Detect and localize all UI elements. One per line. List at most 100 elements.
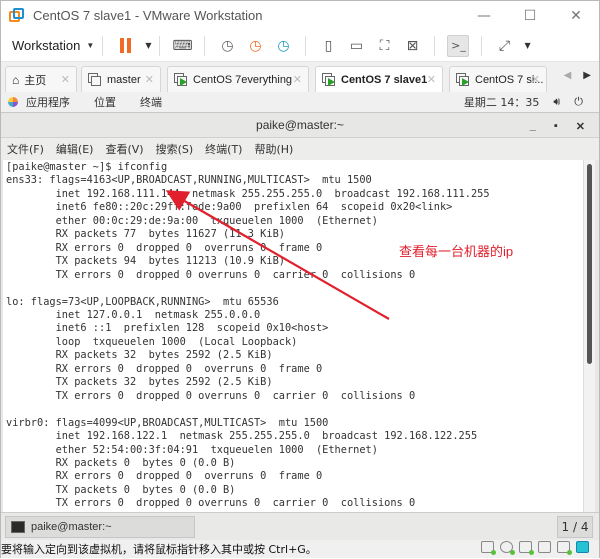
chevron-down-icon[interactable]: ▼ [524,41,530,50]
taskbar-terminal-item[interactable]: paike@master:~ [5,516,195,538]
snapshot-icon[interactable]: ◷ [217,36,237,56]
applications-menu[interactable]: 应用程序 [26,94,70,110]
vm-console[interactable]: 应用程序 位置 终端 星期二 14：35 🔊︎ ⏻ paike@master:~… [1,92,599,540]
send-keys-icon[interactable]: ⌨ [172,36,192,56]
terminal-line: RX packets 77 bytes 11627 (11.3 KiB) [6,228,285,241]
workstation-label: Workstation [12,38,81,53]
pause-icon [119,38,131,53]
revert-snapshot-icon[interactable]: ◷ [245,36,265,56]
divider [481,35,483,56]
terminal-title: paike@master:~ [256,118,344,132]
tab-master[interactable]: master ✕ [81,66,161,92]
maximize-button[interactable]: ☐ [507,1,553,30]
terminal-line: [paike@master ~]$ ifconfig [6,161,168,173]
menu-file[interactable]: 文件(F) [7,141,44,157]
clock[interactable]: 星期二 14：35 [464,94,540,110]
annotation-text: 查看每一台机器的ip [399,244,514,259]
menu-view[interactable]: 查看(V) [105,141,143,157]
gnome-apps-icon [8,97,18,107]
divider [204,35,206,56]
toolbar: Workstation ▼ ▼ ⌨ ◷ ◷ ◷ ▯ ▭ ⛶ ⊠ >_ ⤢ ▼ [1,30,599,62]
close-tab-icon[interactable]: ✕ [145,73,154,86]
gnome-bottom-panel: paike@master:~ 1 / 4 [1,512,599,540]
snapshot-manager-icon[interactable]: ◷ [273,36,293,56]
terminal-menu[interactable]: 终端 [140,94,162,110]
thumbnail-view-icon[interactable]: ▭ [346,36,366,56]
tab-scroll-right-icon[interactable]: ▶ [583,70,591,81]
vm-display-icon[interactable] [576,541,589,553]
volume-icon[interactable]: 🔊︎ [553,95,560,109]
terminal-line: ens33: flags=4163<UP,BROADCAST,RUNNING,M… [6,174,372,187]
taskbar-item-label: paike@master:~ [31,521,112,533]
tab-label: master [107,73,141,86]
terminal-output[interactable]: [paike@master ~]$ ifconfig ens33: flags=4… [3,160,583,512]
terminal-maximize-button[interactable]: ▪ [554,120,558,132]
power-icon[interactable]: ⏻ [574,95,583,109]
tab-centos-slave-2[interactable]: CentOS 7 sl... ✕ [449,66,547,92]
vm-running-icon [456,73,470,86]
places-menu[interactable]: 位置 [94,94,116,110]
scrollbar-thumb[interactable] [587,164,592,364]
close-tab-icon[interactable]: ✕ [531,73,540,86]
tab-label: CentOS 7 slave1 [341,73,428,86]
terminal-line: inet 192.168.111.144 netmask 255.255.255… [6,187,490,200]
home-icon: ⌂ [12,72,20,87]
hard-disk-icon[interactable] [481,541,496,555]
menu-help[interactable]: 帮助(H) [254,141,293,157]
terminal-line: RX errors 0 dropped 0 overruns 0 frame 0 [6,362,323,375]
menu-edit[interactable]: 编辑(E) [56,141,94,157]
close-tab-icon[interactable]: ✕ [427,73,436,86]
close-tab-icon[interactable]: ✕ [61,73,70,86]
tab-label: CentOS 7everything [193,73,293,86]
sidebar-view-icon[interactable]: ▯ [318,36,338,56]
terminal-line: RX errors 0 dropped 0 overruns 0 frame 0 [6,470,323,483]
terminal-minimize-button[interactable]: _ [530,120,536,132]
stretch-icon[interactable]: ⤢ [494,36,514,56]
tab-centos-everything[interactable]: CentOS 7everything ✕ [167,66,309,92]
power-dropdown-icon[interactable]: ▼ [145,41,151,50]
terminal-line: inet6 ::1 prefixlen 128 scopeid 0x10<hos… [6,322,329,335]
chevron-down-icon: ▼ [86,41,95,50]
terminal-line: TX errors 0 dropped 0 overruns 0 carrier… [6,268,416,281]
terminal-title-bar: paike@master:~ _ ▪ ✕ [1,112,599,138]
terminal-icon [11,521,25,533]
terminal-menu-bar: 文件(F) 编辑(E) 查看(V) 搜索(S) 终端(T) 帮助(H) [1,138,599,160]
terminal-line: lo: flags=73<UP,LOOPBACK,RUNNING> mtu 65… [6,295,279,308]
terminal-line: TX packets 32 bytes 2592 (2.5 KiB) [6,376,273,389]
tab-scroll-left-icon[interactable]: ◀ [564,70,572,81]
menu-search[interactable]: 搜索(S) [156,141,194,157]
cd-dvd-icon[interactable] [500,541,515,555]
workspace-pager[interactable]: 1 / 4 [557,516,593,538]
terminal-scrollbar[interactable] [583,160,595,512]
terminal-line: inet6 fe80::20c:29ff:fede:9a00 prefixlen… [6,201,453,214]
tab-bar: ⌂ 主页 ✕ master ✕ CentOS 7everything ✕ Cen… [1,62,599,92]
workstation-menu[interactable]: Workstation ▼ [12,38,94,53]
sound-card-icon[interactable] [557,541,572,555]
divider [159,35,161,56]
printer-icon[interactable] [538,541,551,553]
pause-button[interactable] [115,36,135,56]
gnome-top-panel: 应用程序 位置 终端 星期二 14：35 🔊︎ ⏻ [1,92,599,112]
tab-centos-slave1[interactable]: CentOS 7 slave1 ✕ [315,66,443,92]
terminal-close-button[interactable]: ✕ [576,120,585,133]
title-bar: CentOS 7 slave1 - VMware Workstation — ☐… [1,1,599,30]
vm-running-icon [174,73,188,86]
vm-running-icon [322,73,336,86]
vm-icon [88,73,102,86]
network-adapter-icon[interactable] [519,541,534,555]
close-button[interactable]: ✕ [553,1,599,30]
terminal-line: RX packets 32 bytes 2592 (2.5 KiB) [6,349,273,362]
terminal-line: TX errors 0 dropped 0 overruns 0 carrier… [6,389,416,402]
terminal-line: RX packets 0 bytes 0 (0.0 B) [6,456,236,469]
unity-icon[interactable]: ⊠ [402,36,422,56]
vmware-window: CentOS 7 slave1 - VMware Workstation — ☐… [0,0,600,558]
menu-terminal[interactable]: 终端(T) [205,141,242,157]
tab-home[interactable]: ⌂ 主页 ✕ [5,66,77,92]
console-view-icon[interactable]: >_ [447,34,470,57]
tab-label: 主页 [24,74,47,87]
divider [102,35,104,56]
minimize-button[interactable]: — [461,1,507,30]
fullscreen-icon[interactable]: ⛶ [374,36,394,56]
close-tab-icon[interactable]: ✕ [293,73,302,86]
